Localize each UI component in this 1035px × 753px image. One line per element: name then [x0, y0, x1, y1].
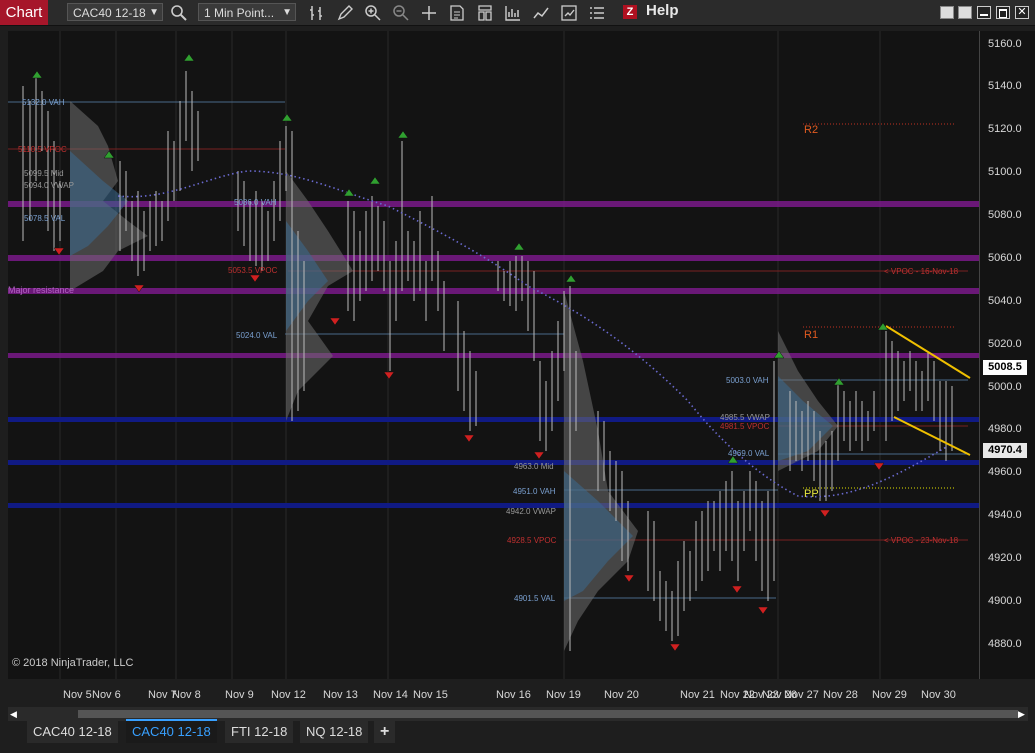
interval-selector[interactable]: 1 Min Point... ▼: [198, 3, 296, 21]
profile-val-label-2: 5024.0 VAL: [236, 331, 278, 340]
crosshair-icon[interactable]: [420, 4, 438, 22]
price-tick: 4920.0: [988, 552, 1022, 564]
profile-val-label-3: 4901.5 VAL: [514, 594, 556, 603]
date-tick: Nov 5: [63, 689, 92, 701]
profile-val-label-4: 4969.0 VAL: [728, 449, 770, 458]
price-tick: 5000.0: [988, 381, 1022, 393]
profile-vwap-label-4: 4985.5 VWAP: [720, 413, 770, 422]
date-tick: Nov 28: [823, 689, 858, 701]
profile-vah-label-2: 5086.0 VAH: [234, 198, 277, 207]
scroll-right-icon[interactable]: ▶: [1018, 709, 1025, 720]
price-tick: 4960.0: [988, 466, 1022, 478]
ninja-z-icon[interactable]: Z: [623, 5, 637, 19]
profile-val-label: 5078.5 VAL: [24, 214, 66, 223]
date-tick: Nov 12: [271, 689, 306, 701]
scroll-left-icon[interactable]: ◀: [10, 709, 17, 720]
profile-vpoc-label-3: 4928.5 VPOC: [507, 536, 557, 545]
help-menu[interactable]: Help: [646, 2, 679, 19]
tab-cac40-2-active[interactable]: CAC40 12-18: [126, 719, 217, 743]
price-tick: 5080.0: [988, 209, 1022, 221]
date-tick: Nov 21: [680, 689, 715, 701]
date-tick: Nov 19: [546, 689, 581, 701]
interval-value: 1 Min Point...: [204, 6, 275, 20]
tab-fti[interactable]: FTI 12-18: [225, 721, 294, 743]
price-tick: 5140.0: [988, 80, 1022, 92]
window-option-button[interactable]: [940, 6, 954, 19]
price-tick: 5120.0: [988, 123, 1022, 135]
chart-menu-button[interactable]: Chart: [0, 0, 48, 25]
price-tick: 5100.0: [988, 166, 1022, 178]
pp-label: PP: [804, 488, 819, 500]
price-tick: 4900.0: [988, 595, 1022, 607]
window-option-button-2[interactable]: [958, 6, 972, 19]
price-tick: 5040.0: [988, 295, 1022, 307]
zoom-out-icon[interactable]: [392, 4, 410, 22]
copyright-text: © 2018 NinjaTrader, LLC: [12, 657, 134, 669]
properties-icon[interactable]: [448, 4, 466, 22]
price-tick: 5060.0: [988, 252, 1022, 264]
zoom-in-icon[interactable]: [364, 4, 382, 22]
strategies-icon[interactable]: [560, 4, 578, 22]
search-icon[interactable]: [170, 4, 188, 22]
scrollbar-thumb[interactable]: [78, 710, 1018, 718]
profile-vpoc-label-2: 5053.5 VPOC: [228, 266, 278, 275]
date-tick: Nov 9: [225, 689, 254, 701]
chart-toolbar: Chart CAC40 12-18 ▼ 1 Min Point... ▼ Z H…: [0, 0, 1035, 26]
minimize-button[interactable]: [977, 6, 991, 19]
chart-tab-bar: CAC40 12-18 CAC40 12-18 FTI 12-18 NQ 12-…: [0, 719, 1035, 753]
profile-mid-label-3: 4963.0 Mid: [514, 462, 554, 471]
r1-label: R1: [804, 329, 819, 341]
price-axis[interactable]: 5160.0 5140.0 5120.0 5100.0 5080.0 5060.…: [979, 31, 1035, 679]
bars-type-icon[interactable]: [308, 4, 326, 22]
list-icon[interactable]: [588, 4, 606, 22]
instrument-selector[interactable]: CAC40 12-18 ▼: [67, 3, 163, 21]
date-tick: Nov 16: [496, 689, 531, 701]
close-button[interactable]: ✕: [1015, 6, 1029, 19]
profile-vwap-label-3: 4942.0 VWAP: [506, 507, 556, 516]
tab-cac40-1[interactable]: CAC40 12-18: [27, 721, 118, 743]
profile-vwap-label: 5094.0 VWAP: [24, 181, 74, 190]
tab-nq[interactable]: NQ 12-18: [300, 721, 369, 743]
date-tick: Nov 6: [92, 689, 121, 701]
profile-vpoc-label: 5110.5 VPOC: [18, 145, 67, 154]
data-series-icon[interactable]: [504, 4, 522, 22]
date-tick: Nov 29: [872, 689, 907, 701]
maximize-button[interactable]: [996, 6, 1010, 19]
chevron-down-icon: ▼: [282, 7, 292, 18]
chevron-down-icon: ▼: [149, 7, 159, 18]
price-tick: 4940.0: [988, 509, 1022, 521]
vpoc-23-nov-label: < VPOC - 23-Nov-18: [884, 536, 959, 545]
indicators-icon[interactable]: [532, 4, 550, 22]
profile-vah-label-4: 5003.0 VAH: [726, 376, 769, 385]
instrument-value: CAC40 12-18: [73, 6, 146, 20]
profile-vah-label-3: 4951.0 VAH: [513, 487, 556, 496]
date-tick: Nov 13: [323, 689, 358, 701]
vpoc-16-nov-label: < VPOC - 16-Nov-18: [884, 267, 959, 276]
last-price-marker: 4970.4: [983, 443, 1027, 458]
price-tick: 4880.0: [988, 638, 1022, 650]
profile-mid-label: 5099.5 Mid: [24, 169, 64, 178]
pencil-icon[interactable]: [336, 4, 354, 22]
price-tick: 5020.0: [988, 338, 1022, 350]
add-tab-button[interactable]: +: [374, 721, 396, 743]
profile-vah-label: 5132.0 VAH: [22, 98, 65, 107]
date-tick: Nov 30: [921, 689, 956, 701]
price-tick: 4980.0: [988, 423, 1022, 435]
price-tick: 5160.0: [988, 38, 1022, 50]
date-tick: Nov 8: [172, 689, 201, 701]
major-resistance-label: Major resistance: [8, 285, 75, 295]
date-tick: Nov 20: [604, 689, 639, 701]
r2-label: R2: [804, 124, 819, 136]
date-tick: Nov 15: [413, 689, 448, 701]
date-tick: Nov 14: [373, 689, 408, 701]
chart-panel[interactable]: R2 R1 PP Major resistance < VPOC - 16-No…: [8, 31, 979, 679]
date-tick: Nov 27: [784, 689, 819, 701]
current-price-marker: 5008.5: [983, 360, 1027, 375]
templates-icon[interactable]: [476, 4, 494, 22]
price-chart: [8, 31, 979, 679]
profile-vpoc-label-4: 4981.5 VPOC: [720, 422, 770, 431]
